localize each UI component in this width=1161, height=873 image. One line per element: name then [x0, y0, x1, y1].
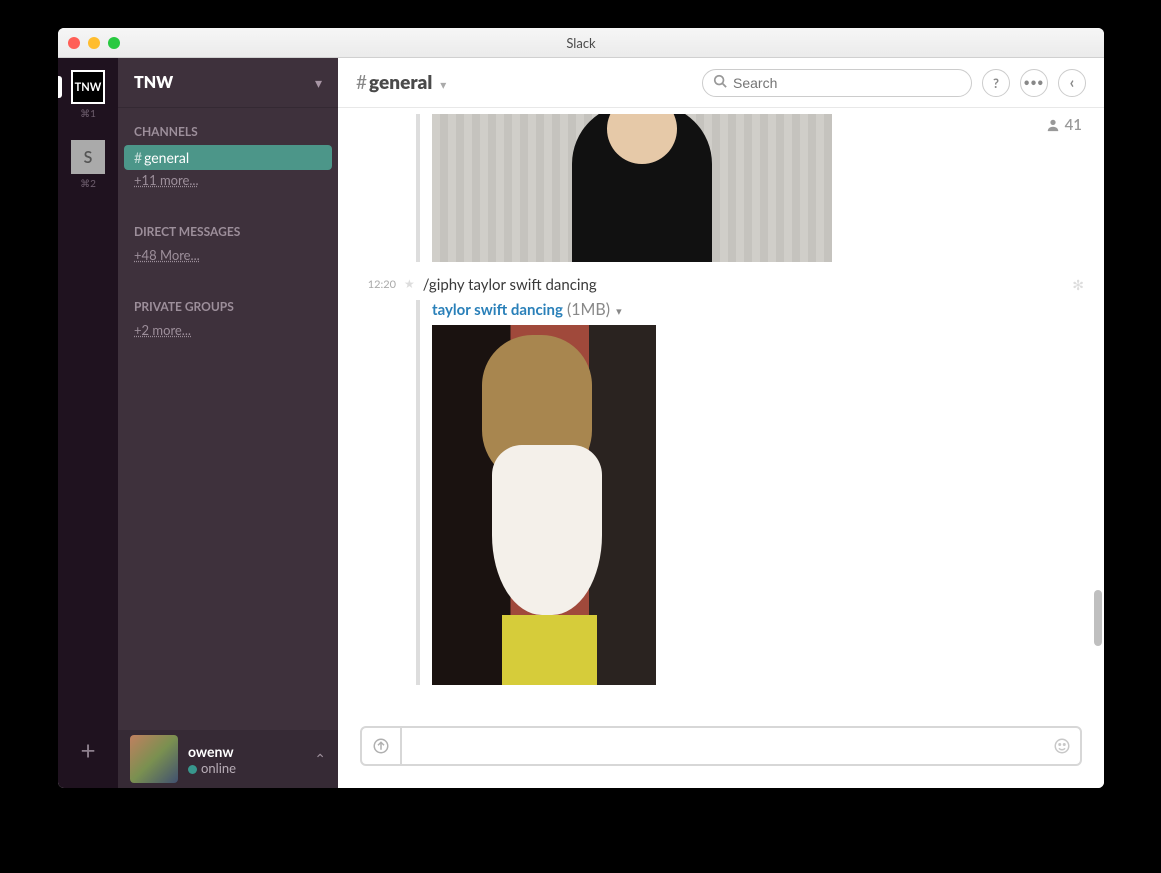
dm-section-label: DIRECT MESSAGES [118, 190, 338, 245]
channels-section-label: CHANNELS [118, 108, 338, 145]
message-action-gear-icon[interactable]: ✻ [1072, 276, 1084, 294]
workspace-name: TNW [134, 73, 315, 92]
emoji-button[interactable] [1044, 728, 1080, 764]
active-workspace-indicator [58, 76, 62, 98]
zoom-icon[interactable] [108, 37, 120, 49]
gif-image[interactable] [432, 114, 832, 262]
user-icon [1046, 118, 1060, 132]
chevron-up-icon: ⌃ [314, 750, 326, 768]
search-icon [713, 73, 727, 92]
workspace-rail: TNW ⌘1 S ⌘2 + [58, 58, 118, 788]
channel-header: # general ▾ ? ••• ‹ [338, 58, 1104, 108]
workspace-2-shortcut: ⌘2 [80, 178, 96, 190]
upload-icon [372, 737, 390, 755]
groups-section-label: PRIVATE GROUPS [118, 265, 338, 320]
help-button[interactable]: ? [982, 69, 1010, 97]
chevron-down-icon: ▾ [440, 77, 446, 92]
dm-more-link[interactable]: +48 More... [118, 245, 338, 265]
composer-box [360, 726, 1082, 766]
add-workspace-button[interactable]: + [80, 734, 95, 766]
caret-down-icon: ▾ [616, 305, 622, 318]
star-icon[interactable]: ★ [404, 276, 415, 294]
app-body: TNW ⌘1 S ⌘2 + TNW ▾ CHANNELS #general +1… [58, 58, 1104, 788]
titlebar: Slack [58, 28, 1104, 58]
channels-more-link[interactable]: +11 more... [118, 170, 338, 190]
workspace-header[interactable]: TNW ▾ [118, 58, 338, 108]
member-count[interactable]: 41 [1046, 116, 1082, 134]
collapse-flex-button[interactable]: ‹ [1058, 69, 1086, 97]
workspace-1-shortcut: ⌘1 [80, 108, 96, 120]
attachment-header[interactable]: taylor swift dancing (1MB) ▾ [432, 300, 1084, 319]
window-controls [58, 37, 120, 49]
sidebar-item-general[interactable]: #general [124, 145, 332, 170]
message-input[interactable] [402, 728, 1044, 764]
attachment-title: taylor swift dancing [432, 301, 563, 319]
message-list: 41 12:20 ★ /giphy taylor swift dancing ✻… [338, 108, 1104, 716]
avatar [130, 735, 178, 783]
window-title: Slack [58, 35, 1104, 51]
message-row: 12:20 ★ /giphy taylor swift dancing ✻ [358, 262, 1084, 294]
presence-dot-icon [188, 765, 197, 774]
scrollbar-thumb[interactable] [1094, 590, 1102, 646]
workspace-switch-1[interactable]: TNW [71, 70, 105, 104]
user-info: owenw online [188, 743, 236, 776]
workspace-switch-2[interactable]: S [71, 140, 105, 174]
channel-title[interactable]: # general ▾ [356, 71, 446, 94]
app-window: Slack TNW ⌘1 S ⌘2 + TNW ▾ CHANNELS #gene… [58, 28, 1104, 788]
chevron-down-icon: ▾ [315, 74, 322, 92]
gif-image[interactable] [432, 325, 656, 685]
user-status: online [188, 760, 236, 776]
upload-button[interactable] [362, 728, 402, 764]
channel-name: general [369, 71, 432, 94]
minimize-icon[interactable] [88, 37, 100, 49]
message-timestamp: 12:20 [358, 276, 396, 294]
member-count-value: 41 [1065, 116, 1082, 134]
composer [338, 716, 1104, 788]
hash-icon: # [356, 71, 367, 94]
sidebar: TNW ▾ CHANNELS #general +11 more... DIRE… [118, 58, 338, 788]
channel-name: general [144, 149, 189, 166]
message-attachment: taylor swift dancing (1MB) ▾ [416, 300, 1084, 685]
groups-more-link[interactable]: +2 more... [118, 320, 338, 340]
user-name: owenw [188, 743, 236, 760]
user-footer[interactable]: owenw online ⌃ [118, 730, 338, 788]
more-actions-button[interactable]: ••• [1020, 69, 1048, 97]
emoji-icon [1053, 737, 1071, 755]
close-icon[interactable] [68, 37, 80, 49]
attachment-size: (1MB) [567, 300, 610, 319]
hash-icon: # [134, 149, 142, 166]
search-input-wrap[interactable] [702, 69, 972, 97]
message-attachment-prev [416, 114, 1084, 262]
search-input[interactable] [733, 75, 961, 91]
message-text: /giphy taylor swift dancing [423, 276, 597, 294]
main-pane: # general ▾ ? ••• ‹ 41 [338, 58, 1104, 788]
